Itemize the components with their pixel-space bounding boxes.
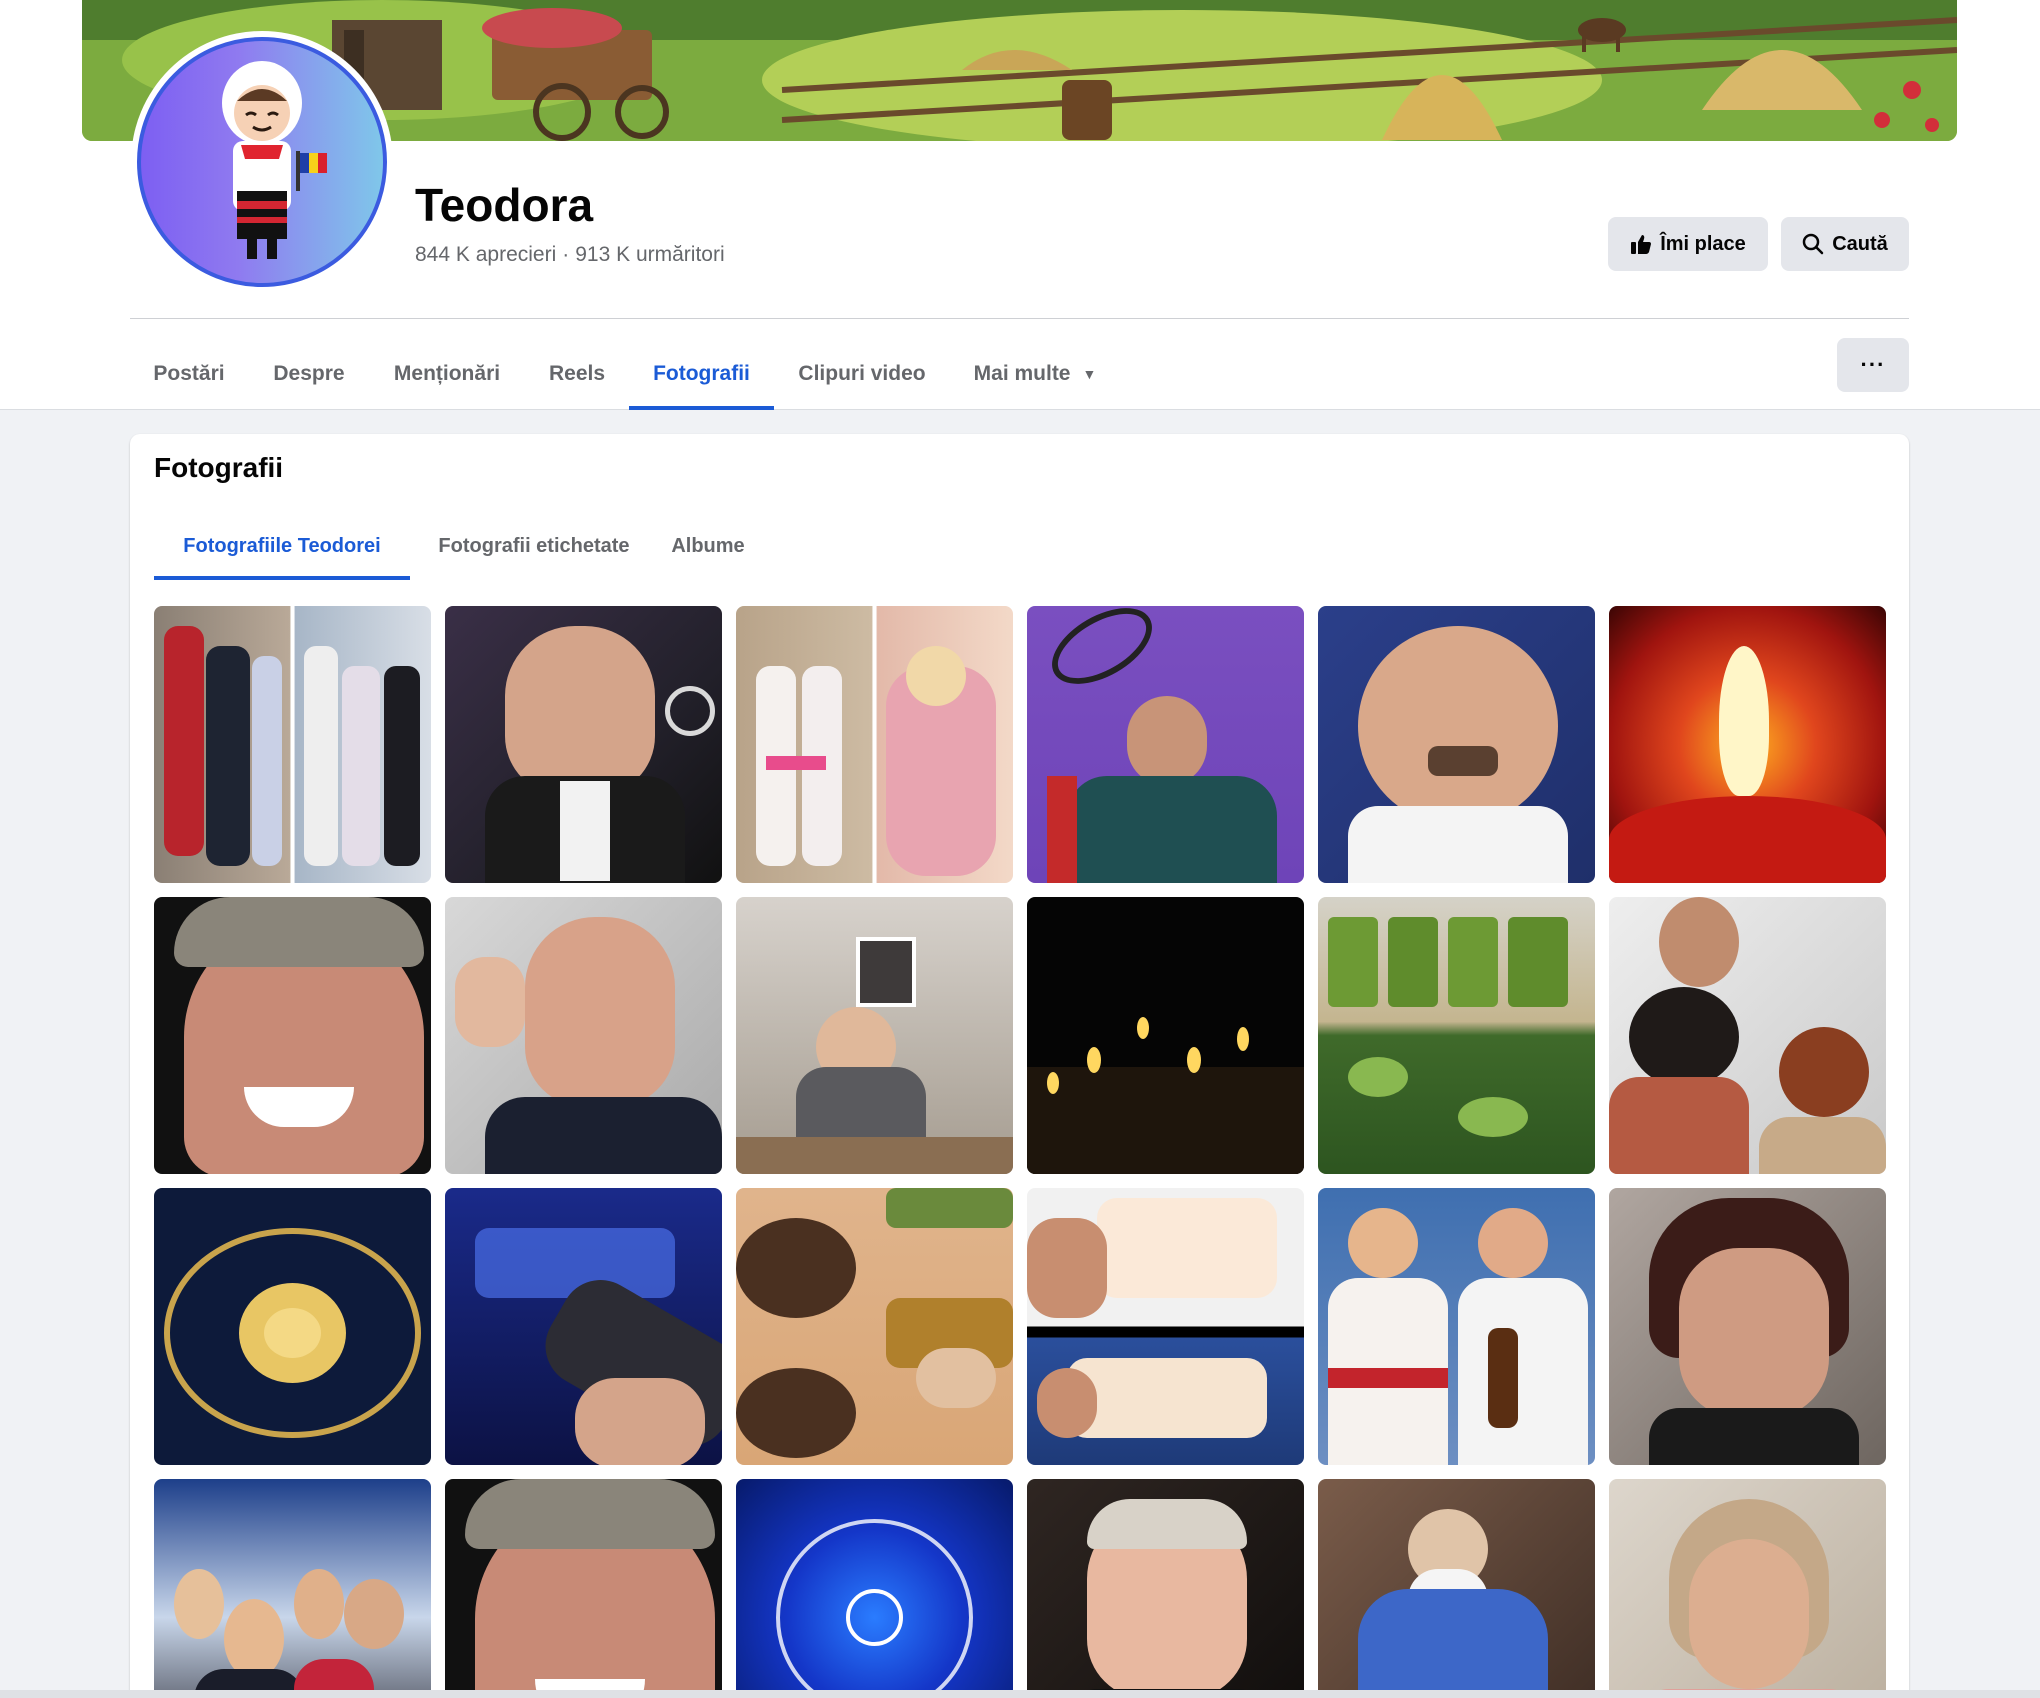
- photos-section-title: Fotografii: [154, 452, 284, 483]
- photo-thumbnail[interactable]: [1027, 606, 1304, 883]
- tab-photos[interactable]: Fotografii: [629, 338, 774, 410]
- photo-thumbnail[interactable]: [1609, 1479, 1886, 1698]
- subtab-albums[interactable]: Albume: [660, 512, 756, 580]
- avatar-illustration: [137, 37, 387, 287]
- photo-thumbnail[interactable]: [1318, 897, 1595, 1174]
- photo-thumbnail[interactable]: [154, 1479, 431, 1698]
- tab-posts[interactable]: Postări: [130, 338, 248, 410]
- stats-separator: ·: [562, 243, 570, 266]
- tab-mentions[interactable]: Menționări: [374, 338, 520, 410]
- photo-grid: [154, 606, 1886, 1698]
- page-header: Teodora 844 K aprecieri · 913 K urmăritori…: [0, 0, 2040, 410]
- subtab-tagged-photos[interactable]: Fotografii etichetate: [428, 512, 640, 580]
- photo-thumbnail[interactable]: [1027, 897, 1304, 1174]
- search-button[interactable]: Caută: [1781, 217, 1909, 271]
- photo-thumbnail[interactable]: [736, 1479, 1013, 1698]
- photo-thumbnail[interactable]: [1318, 1479, 1595, 1698]
- photo-thumbnail[interactable]: [1027, 1188, 1304, 1465]
- page-stats: 844 K aprecieri · 913 K urmăritori: [415, 243, 725, 267]
- photo-thumbnail[interactable]: [154, 897, 431, 1174]
- tab-more-dropdown[interactable]: Mai multe ▼: [960, 338, 1110, 410]
- photo-thumbnail[interactable]: [445, 1479, 722, 1698]
- photo-thumbnail[interactable]: [736, 1188, 1013, 1465]
- tab-more-label: Mai multe: [973, 362, 1071, 385]
- tab-reels[interactable]: Reels: [530, 338, 624, 410]
- photo-thumbnail[interactable]: [736, 897, 1013, 1174]
- search-button-label: Caută: [1832, 232, 1888, 255]
- photos-section: Fotografii Fotografiile Teodorei Fotogra…: [130, 434, 1909, 1698]
- photo-thumbnail[interactable]: [445, 606, 722, 883]
- photo-thumbnail[interactable]: [154, 606, 431, 883]
- like-button[interactable]: Îmi place: [1608, 217, 1768, 271]
- photo-thumbnail[interactable]: [1609, 1188, 1886, 1465]
- search-icon: [1802, 233, 1824, 255]
- photo-thumbnail[interactable]: [1609, 606, 1886, 883]
- page-bottom-edge: [0, 1690, 2040, 1698]
- more-options-button[interactable]: ···: [1837, 338, 1909, 392]
- photo-thumbnail[interactable]: [1609, 897, 1886, 1174]
- tab-about[interactable]: Despre: [254, 338, 364, 410]
- likes-count[interactable]: 844 K aprecieri: [415, 243, 556, 266]
- photo-thumbnail[interactable]: [1318, 606, 1595, 883]
- followers-count[interactable]: 913 K urmăritori: [575, 243, 724, 266]
- photo-thumbnail[interactable]: [1027, 1479, 1304, 1698]
- profile-avatar[interactable]: [131, 31, 393, 293]
- page-title: Teodora: [415, 179, 594, 231]
- photo-thumbnail[interactable]: [154, 1188, 431, 1465]
- caret-down-icon: ▼: [1082, 366, 1097, 382]
- photo-thumbnail[interactable]: [445, 1188, 722, 1465]
- photo-thumbnail[interactable]: [1318, 1188, 1595, 1465]
- photo-thumbnail[interactable]: [736, 606, 1013, 883]
- like-button-label: Îmi place: [1660, 232, 1746, 255]
- header-divider: [130, 318, 1909, 319]
- tab-videos[interactable]: Clipuri video: [784, 338, 940, 410]
- more-dots-icon: ···: [1860, 352, 1886, 377]
- photo-thumbnail[interactable]: [445, 897, 722, 1174]
- thumbs-up-icon: [1631, 235, 1652, 254]
- subtab-own-photos[interactable]: Fotografiile Teodorei: [154, 512, 410, 580]
